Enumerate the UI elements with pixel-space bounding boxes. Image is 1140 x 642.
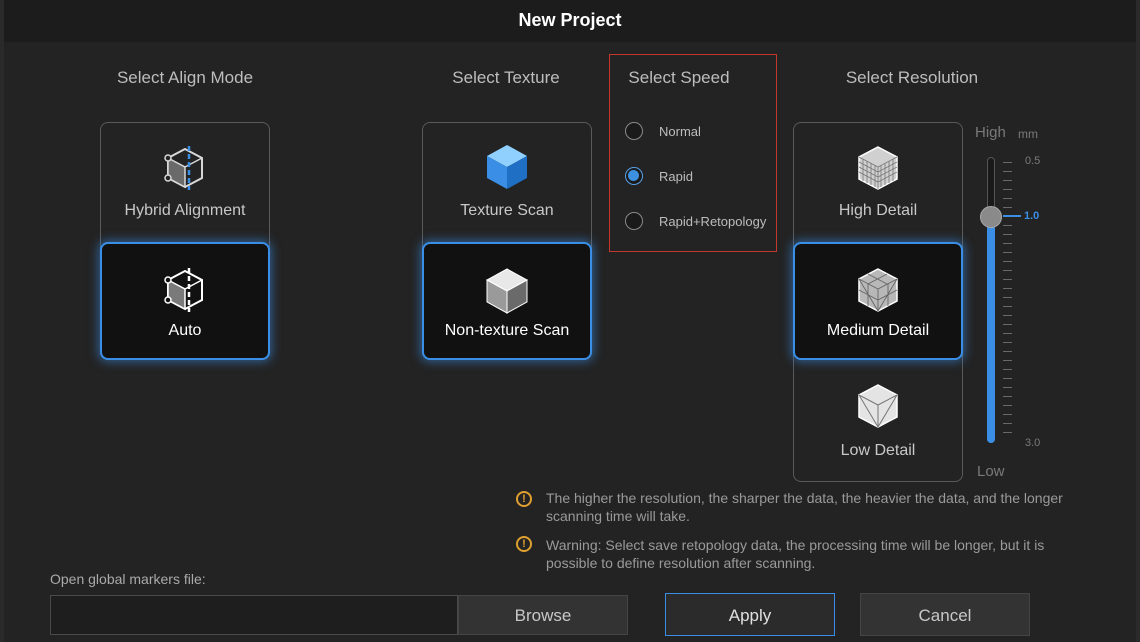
- speed-option-rapid-retopology[interactable]: Rapid+Retopology: [625, 210, 766, 232]
- slider-tick: [1003, 288, 1012, 289]
- apply-button[interactable]: Apply: [665, 593, 835, 636]
- auto-alignment-option[interactable]: Auto: [100, 242, 270, 360]
- radio-normal[interactable]: [625, 122, 643, 140]
- slider-tick: [1003, 180, 1012, 181]
- slider-tick: [1003, 207, 1012, 208]
- high-detail-mesh-icon: [858, 146, 898, 190]
- slider-tick: [1003, 306, 1012, 307]
- non-texture-scan-label: Non-texture Scan: [444, 322, 570, 339]
- markers-file-label: Open global markers file:: [50, 571, 206, 587]
- slider-tick: [1003, 333, 1012, 334]
- texture-scan-label: Texture Scan: [460, 202, 554, 219]
- slider-tick: [1003, 189, 1012, 190]
- slider-high-label: High: [975, 124, 1006, 141]
- slider-current-value-label: 1.0: [1024, 210, 1040, 222]
- cancel-button[interactable]: Cancel: [860, 593, 1030, 636]
- high-detail-label: High Detail: [838, 202, 918, 219]
- slider-tick: [1003, 360, 1012, 361]
- slider-tick: [1003, 369, 1012, 370]
- texture-scan-option[interactable]: Texture Scan: [422, 122, 592, 238]
- low-detail-option[interactable]: Low Detail: [793, 362, 963, 478]
- resolution-slider-fill: [987, 216, 995, 443]
- slider-tick: [1003, 252, 1012, 253]
- retopology-warning-text: Warning: Select save retopology data, th…: [546, 537, 1045, 571]
- slider-tick: [1003, 261, 1012, 262]
- slider-tick: [1003, 396, 1012, 397]
- medium-detail-label: Medium Detail: [826, 322, 930, 339]
- warning-icon: !: [516, 536, 532, 552]
- warning-icon: !: [516, 491, 532, 507]
- low-detail-mesh-icon: [858, 384, 898, 428]
- speed-title: Select Speed: [628, 68, 730, 87]
- slider-tick: [1003, 432, 1012, 433]
- auto-alignment-label: Auto: [168, 322, 202, 339]
- slider-tick: [1003, 162, 1012, 163]
- medium-detail-mesh-icon: [858, 268, 898, 312]
- resolution-slider-thumb[interactable]: [980, 206, 1002, 228]
- low-detail-label: Low Detail: [840, 442, 916, 459]
- speed-rapid-retopology-label: Rapid+Retopology: [659, 213, 767, 229]
- slider-tick: [1003, 405, 1012, 406]
- slider-tick: [1003, 297, 1012, 298]
- slider-tick: [1003, 351, 1012, 352]
- speed-option-rapid[interactable]: Rapid: [625, 165, 693, 187]
- hybrid-alignment-icon: [164, 146, 203, 190]
- slider-tick: [1003, 423, 1012, 424]
- non-texture-cube-icon: [485, 268, 529, 314]
- texture-title: Select Texture: [452, 68, 560, 87]
- slider-max-value-label: 3.0: [1025, 437, 1041, 449]
- speed-normal-label: Normal: [659, 123, 701, 139]
- slider-min-value-label: 0.5: [1025, 155, 1041, 167]
- slider-current-marker: [1003, 215, 1021, 217]
- slider-tick: [1003, 270, 1012, 271]
- slider-unit-label: mm: [1018, 127, 1038, 141]
- high-detail-option[interactable]: High Detail: [793, 122, 963, 238]
- non-texture-scan-option[interactable]: Non-texture Scan: [422, 242, 592, 360]
- hybrid-alignment-label: Hybrid Alignment: [124, 202, 246, 219]
- radio-rapid[interactable]: [625, 167, 643, 185]
- speed-rapid-label: Rapid: [659, 168, 693, 184]
- resolution-title: Select Resolution: [845, 68, 979, 87]
- slider-low-label: Low: [977, 463, 1005, 480]
- slider-tick: [1003, 414, 1012, 415]
- slider-tick: [1003, 342, 1012, 343]
- slider-tick: [1003, 279, 1012, 280]
- browse-button[interactable]: Browse: [458, 595, 628, 635]
- slider-tick: [1003, 171, 1012, 172]
- auto-alignment-icon: [164, 268, 203, 312]
- slider-tick: [1003, 315, 1012, 316]
- slider-tick: [1003, 378, 1012, 379]
- slider-tick: [1003, 387, 1012, 388]
- speed-option-normal[interactable]: Normal: [625, 120, 701, 142]
- slider-tick: [1003, 243, 1012, 244]
- radio-rapid-retopology[interactable]: [625, 212, 643, 230]
- slider-tick: [1003, 234, 1012, 235]
- slider-tick: [1003, 198, 1012, 199]
- texture-cube-icon: [487, 145, 527, 189]
- medium-detail-option[interactable]: Medium Detail: [793, 242, 963, 360]
- resolution-warning-text: The higher the resolution, the sharper t…: [546, 490, 1063, 524]
- markers-file-input[interactable]: [50, 595, 458, 635]
- align-mode-title: Select Align Mode: [116, 68, 254, 87]
- slider-tick: [1003, 225, 1012, 226]
- hybrid-alignment-option[interactable]: Hybrid Alignment: [100, 122, 270, 238]
- dialog-title: New Project: [4, 0, 1136, 42]
- slider-tick: [1003, 324, 1012, 325]
